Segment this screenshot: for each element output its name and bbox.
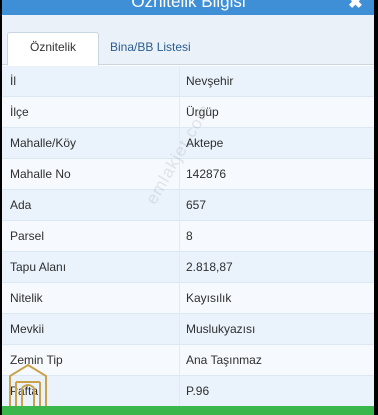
- table-row: Ada 657: [2, 190, 375, 221]
- table-row: Pafta P.96: [2, 376, 375, 407]
- row-label: İl: [10, 74, 16, 88]
- table-row: Zemin Tip Ana Taşınmaz: [2, 345, 375, 376]
- row-value: 142876: [186, 167, 227, 181]
- row-value: 2.818,87: [186, 260, 233, 274]
- row-value: P.96: [186, 384, 210, 398]
- row-value: 657: [186, 198, 207, 212]
- footer-bar: [2, 406, 375, 415]
- table-row: İl Nevşehir: [2, 66, 375, 97]
- row-label: Tapu Alanı: [10, 260, 67, 274]
- dialog-header: Öznitelik Bilgisi ✖: [2, 0, 375, 15]
- tab-building-list[interactable]: Bina/BB Listesi: [104, 33, 197, 65]
- tab-attribute-info[interactable]: Öznitelik Bilgisi: [7, 32, 99, 82]
- table-row: Parsel 8: [2, 221, 375, 252]
- row-label: Nitelik: [10, 291, 43, 305]
- row-value: Muslukyazısı: [186, 322, 256, 336]
- logo-icon: [9, 363, 47, 410]
- dialog-title: Öznitelik Bilgisi: [131, 0, 246, 11]
- row-label: Parsel: [10, 229, 45, 243]
- row-value: Nevşehir: [186, 74, 234, 88]
- row-value: Ana Taşınmaz: [186, 353, 262, 367]
- row-label: Ada: [10, 198, 32, 212]
- table-row: Nitelik Kayısılık: [2, 283, 375, 314]
- attribute-info-dialog: Öznitelik Bilgisi ✖ Öznitelik Bilgisi Bi…: [2, 0, 375, 415]
- table-row: Mevkii Muslukyazısı: [2, 314, 375, 345]
- screen-edge: [374, 0, 378, 415]
- row-label: Mevkii: [10, 322, 45, 336]
- row-label: Mahalle/Köy: [10, 136, 77, 150]
- row-value: 8: [186, 229, 193, 243]
- column-divider: [179, 66, 180, 415]
- close-icon[interactable]: ✖: [348, 0, 363, 11]
- row-label: Mahalle No: [10, 167, 71, 181]
- row-value: Kayısılık: [186, 291, 232, 305]
- tab-bar: Öznitelik Bilgisi Bina/BB Listesi: [2, 15, 375, 82]
- table-row: Tapu Alanı 2.818,87: [2, 252, 375, 283]
- row-label: İlçe: [10, 105, 29, 119]
- table-row: Mahalle No 142876: [2, 159, 375, 190]
